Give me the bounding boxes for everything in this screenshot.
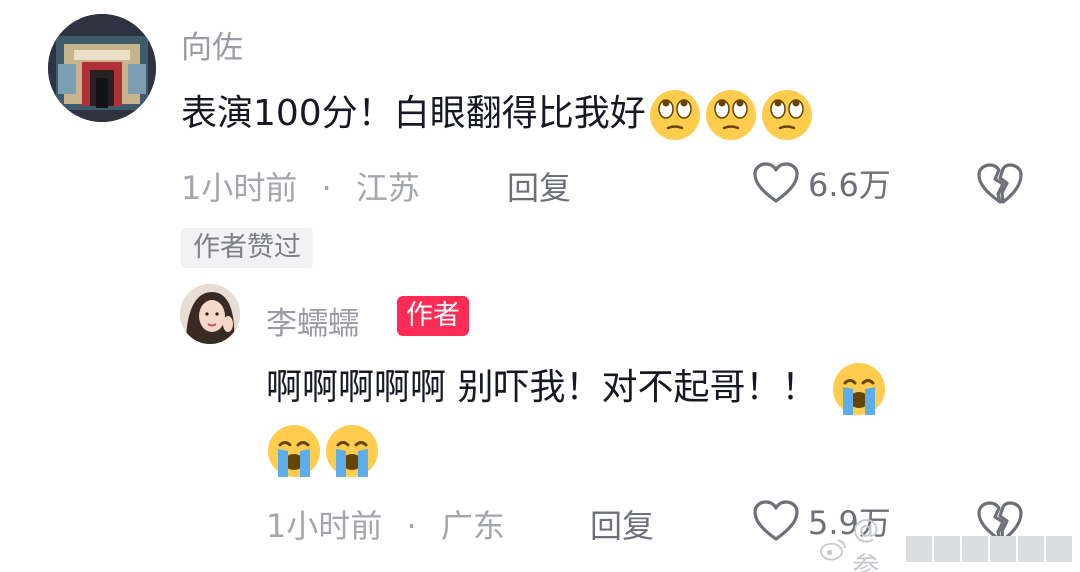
crying-emoji-icon	[833, 363, 886, 415]
author-badge: 作者	[397, 296, 469, 336]
meta-separator: ·	[406, 507, 417, 545]
comment-text-content: 表演100分！白眼翻得比我好	[181, 93, 646, 134]
comment-text: 表演100分！白眼翻得比我好	[181, 86, 814, 142]
like-count: 6.6万	[808, 166, 891, 204]
weibo-logo-icon	[820, 539, 846, 561]
avatar-portrait-image	[180, 284, 240, 344]
avatar-building-image	[48, 14, 156, 122]
reply-button[interactable]: 回复	[507, 163, 571, 209]
eye-roll-emoji-icon	[761, 90, 812, 140]
reply-text-line1: 啊啊啊啊啊 别吓我！对不起哥！！	[266, 360, 887, 417]
broken-heart-icon	[977, 163, 1023, 204]
reply-location: 广东	[440, 507, 505, 545]
watermark-mosaic	[906, 536, 1072, 562]
avatar[interactable]	[48, 14, 156, 122]
meta-separator: ·	[321, 169, 332, 207]
reply-meta: 1小时前 · 广东	[266, 501, 505, 547]
eye-roll-emoji-icon	[705, 90, 756, 140]
heart-icon	[753, 500, 799, 541]
reply-text-content: 啊啊啊啊啊 别吓我！对不起哥！！	[266, 367, 818, 408]
reply-text-line2	[266, 422, 380, 479]
eye-roll-emoji-icon	[649, 90, 700, 140]
watermark-text: @参	[852, 514, 880, 572]
comment-location: 江苏	[355, 169, 420, 207]
weibo-watermark: @参	[820, 514, 1072, 572]
heart-icon	[753, 162, 799, 203]
reply-username[interactable]: 李蠕蠕	[266, 298, 359, 343]
reply-reply-button[interactable]: 回复	[590, 501, 654, 547]
comment-username[interactable]: 向佐	[181, 22, 243, 67]
like-button[interactable]: 6.6万	[752, 160, 891, 206]
reply-avatar[interactable]	[180, 284, 240, 344]
reply-time: 1小时前	[266, 507, 383, 545]
crying-emoji-icon	[326, 425, 378, 477]
author-liked-tag: 作者赞过	[181, 228, 313, 268]
crying-emoji-icon	[268, 425, 320, 477]
comment-time: 1小时前	[181, 169, 298, 207]
comment-meta: 1小时前 · 江苏	[181, 163, 420, 209]
dislike-button[interactable]	[976, 162, 1024, 210]
